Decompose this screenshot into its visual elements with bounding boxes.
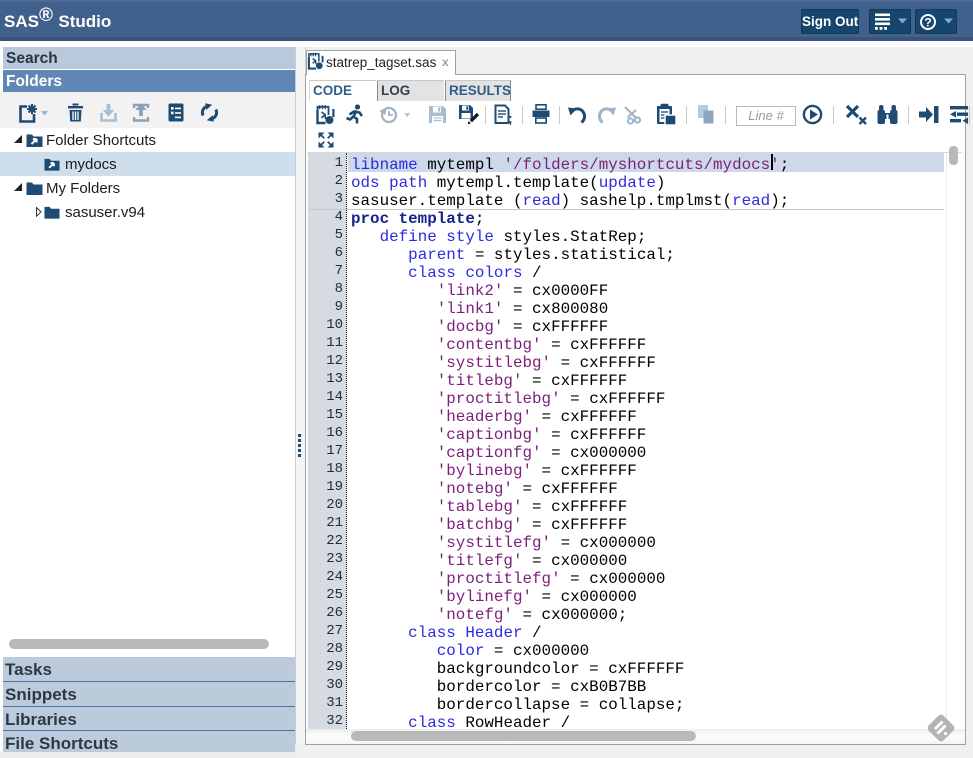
svg-text:?: ? <box>924 15 931 29</box>
svg-text:;: ; <box>508 110 513 125</box>
